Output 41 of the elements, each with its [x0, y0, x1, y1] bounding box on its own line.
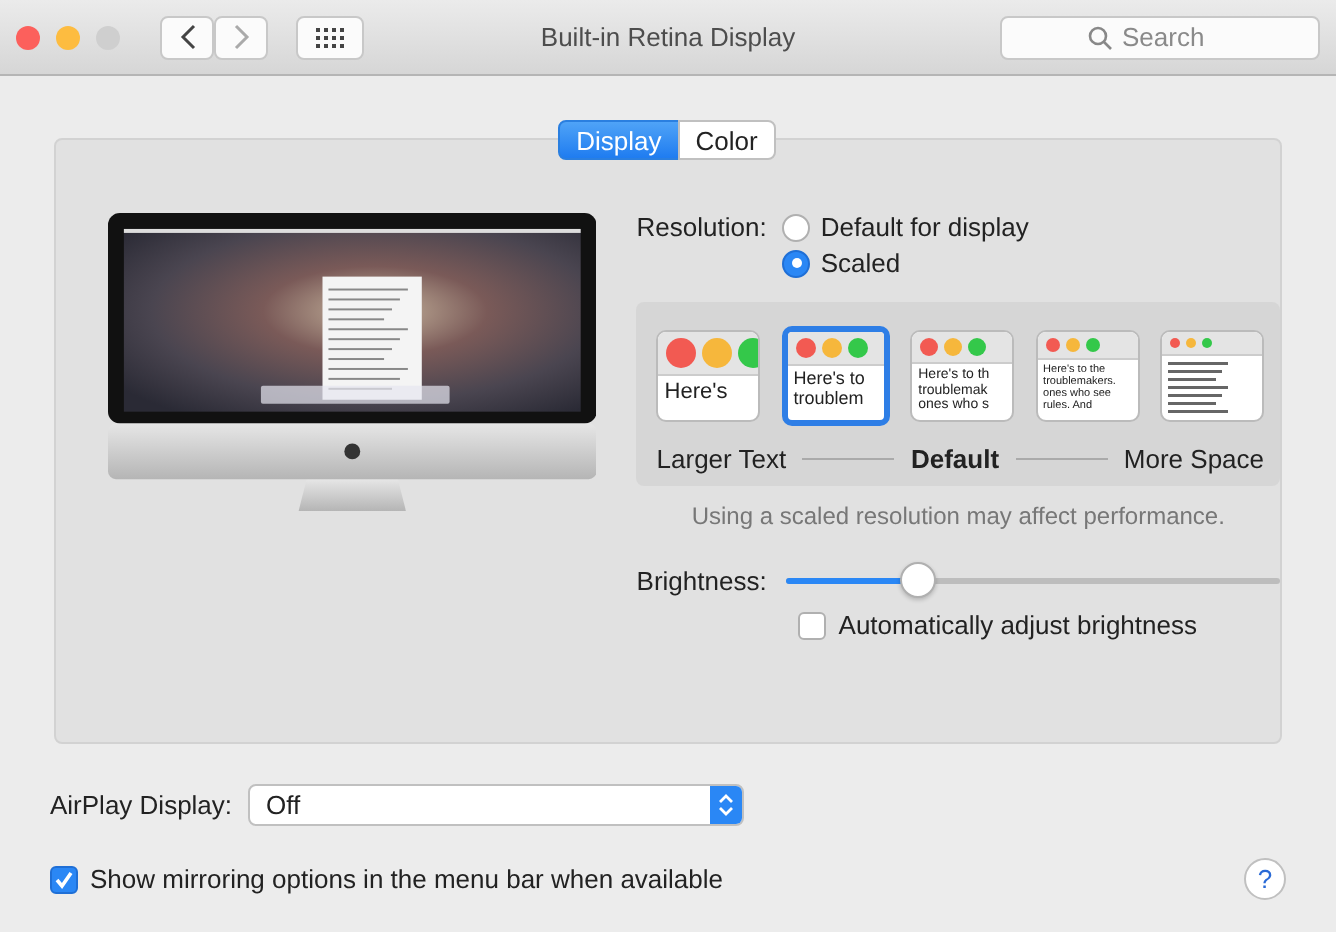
radio-button[interactable] — [782, 213, 811, 241]
checkbox[interactable] — [798, 611, 827, 639]
window-button-icon — [738, 338, 759, 368]
sample-text: troublem — [793, 389, 866, 410]
scale-label: More Space — [1123, 444, 1265, 474]
checkbox[interactable] — [50, 865, 78, 893]
scale-option[interactable]: Here's to troublem — [781, 326, 890, 426]
search-icon — [1088, 25, 1112, 49]
help-button[interactable]: ? — [1244, 858, 1286, 900]
sample-text: Here's to — [793, 370, 867, 390]
airplay-dropdown[interactable]: Off — [248, 784, 745, 826]
window-button-icon — [702, 338, 733, 368]
close-button[interactable] — [16, 25, 40, 49]
airplay-label: AirPlay Display: — [50, 790, 233, 820]
back-button[interactable] — [160, 15, 214, 59]
radio-button[interactable] — [782, 249, 811, 277]
scale-label: Larger Text — [656, 444, 787, 474]
search-field[interactable]: Search — [1000, 15, 1320, 59]
tab[interactable]: Color — [677, 120, 776, 160]
checkmark-icon — [54, 869, 74, 889]
checkbox-label[interactable]: Automatically adjust brightness — [838, 610, 1197, 640]
window-button-icon — [666, 338, 697, 368]
performance-note: Using a scaled resolution may affect performance. — [689, 502, 1227, 530]
show-all-button[interactable] — [296, 15, 364, 59]
sample-text: Here's — [664, 380, 730, 405]
window-button-icon — [795, 338, 816, 358]
grid-icon — [316, 27, 344, 47]
radio-label[interactable]: Default for display — [820, 212, 1029, 242]
chevron-right-icon — [233, 24, 249, 50]
chevron-left-icon — [179, 24, 195, 50]
resolution-label: Resolution: — [636, 212, 767, 246]
window-button-icon — [821, 338, 842, 358]
radio-label[interactable]: Scaled — [820, 248, 901, 278]
window-button-icon — [847, 338, 868, 358]
scale-option[interactable] — [1159, 330, 1264, 422]
checkbox-label[interactable]: Show mirroring options in the menu bar when available — [90, 864, 724, 894]
scale-option[interactable]: Here's — [656, 330, 761, 422]
brightness-label: Brightness: — [636, 565, 767, 595]
window-title: Built-in Retina Display — [540, 22, 796, 52]
brightness-slider[interactable] — [786, 562, 1280, 598]
scale-label: Default — [910, 444, 1000, 474]
